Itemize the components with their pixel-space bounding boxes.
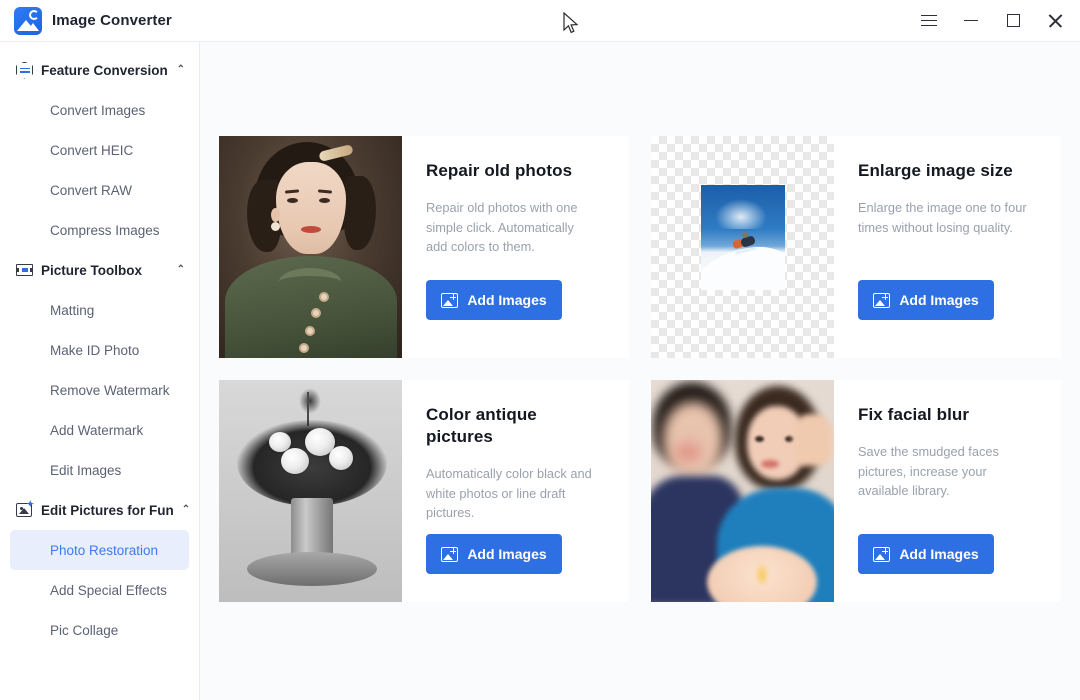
window-controls [908,0,1080,42]
card-title: Color antique pictures [426,405,537,446]
card-text: Repair old photos Repair old photos with… [402,136,629,358]
sidebar-item-photo-restoration[interactable]: Photo Restoration [10,530,189,570]
card-text: Fix facial blur Save the smudged faces p… [834,380,1061,602]
app-brand: Image Converter [0,6,172,35]
sidebar-group-label: Edit Pictures for Fun [41,502,174,518]
chevron-up-icon: ⌃ [176,64,185,75]
feature-card-grid: Repair old photos Repair old photos with… [200,42,1080,602]
black-and-white-flowers-photo [219,380,402,602]
sidebar-group-label: Picture Toolbox [41,262,143,278]
image-converter-logo-icon [14,6,42,35]
feature-card-repair-old-photos[interactable]: Repair old photos Repair old photos with… [219,136,629,358]
card-text: Enlarge image size Enlarge the image one… [834,136,1061,358]
snowboarder-photo [701,185,785,290]
add-image-icon [873,292,891,308]
main-content: Repair old photos Repair old photos with… [200,42,1080,700]
card-description: Save the smudged faces pictures, increas… [858,444,999,498]
sidebar-group-label: Feature Conversion [41,62,168,78]
add-images-button[interactable]: Add Images [426,534,562,574]
sidebar-item-remove-watermark[interactable]: Remove Watermark [10,370,189,410]
sidebar-item-add-special-effects[interactable]: Add Special Effects [10,570,189,610]
sidebar-item-convert-heic[interactable]: Convert HEIC [10,130,189,170]
sidebar-item-pic-collage[interactable]: Pic Collage [10,610,189,650]
add-images-button-label: Add Images [467,546,547,562]
card-title: Enlarge image size [858,161,1013,180]
sidebar-item-convert-images[interactable]: Convert Images [10,90,189,130]
card-text: Color antique pictures Automatically col… [402,380,629,602]
sidebar: Feature Conversion ⌃ Convert Images Conv… [0,42,200,700]
card-title: Fix facial blur [858,405,970,424]
title-bar: Image Converter [0,0,1080,42]
sidebar-item-compress-images[interactable]: Compress Images [10,210,189,250]
close-icon[interactable] [1034,0,1076,42]
snowboarder-photo-media [651,136,834,358]
add-images-button[interactable]: Add Images [426,280,562,320]
add-images-button[interactable]: Add Images [858,534,994,574]
maximize-icon[interactable] [992,0,1034,42]
feature-card-enlarge-image-size[interactable]: Enlarge image size Enlarge the image one… [651,136,1061,358]
feature-card-color-antique-pictures[interactable]: Color antique pictures Automatically col… [219,380,629,602]
card-title: Repair old photos [426,161,573,180]
card-description: Automatically color black and white phot… [426,466,592,520]
convert-hexagon-icon [16,61,33,79]
sidebar-item-add-watermark[interactable]: Add Watermark [10,410,189,450]
sidebar-group-feature-conversion[interactable]: Feature Conversion ⌃ [0,50,199,90]
chevron-up-icon: ⌃ [176,264,185,275]
app-title: Image Converter [52,12,172,29]
window-body: Feature Conversion ⌃ Convert Images Conv… [0,42,1080,700]
vintage-portrait-photo [219,136,402,358]
toolbox-icon [16,262,33,279]
fun-picture-icon: ✦ [16,499,34,519]
app-window: Image Converter Feature Conversion ⌃ Con… [0,0,1080,700]
feature-card-fix-facial-blur[interactable]: Fix facial blur Save the smudged faces p… [651,380,1061,602]
add-images-button-label: Add Images [467,292,547,308]
sidebar-item-convert-raw[interactable]: Convert RAW [10,170,189,210]
add-images-button-label: Add Images [899,292,979,308]
add-image-icon [873,546,891,562]
chevron-up-icon: ⌃ [181,504,191,515]
sidebar-item-make-id-photo[interactable]: Make ID Photo [10,330,189,370]
hamburger-menu-icon[interactable] [908,0,950,42]
minimize-icon[interactable] [950,0,992,42]
sidebar-item-matting[interactable]: Matting [10,290,189,330]
sidebar-item-edit-images[interactable]: Edit Images [10,450,189,490]
sidebar-group-picture-toolbox[interactable]: Picture Toolbox ⌃ [0,250,199,290]
add-images-button-label: Add Images [899,546,979,562]
card-description: Repair old photos with one simple click.… [426,200,578,254]
blurred-faces-selfie-photo [651,380,834,602]
card-description: Enlarge the image one to four times with… [858,200,1027,235]
add-image-icon [441,546,459,562]
add-images-button[interactable]: Add Images [858,280,994,320]
sidebar-group-edit-pictures-for-fun[interactable]: ✦ Edit Pictures for Fun ⌃ [0,490,199,530]
add-image-icon [441,292,459,308]
